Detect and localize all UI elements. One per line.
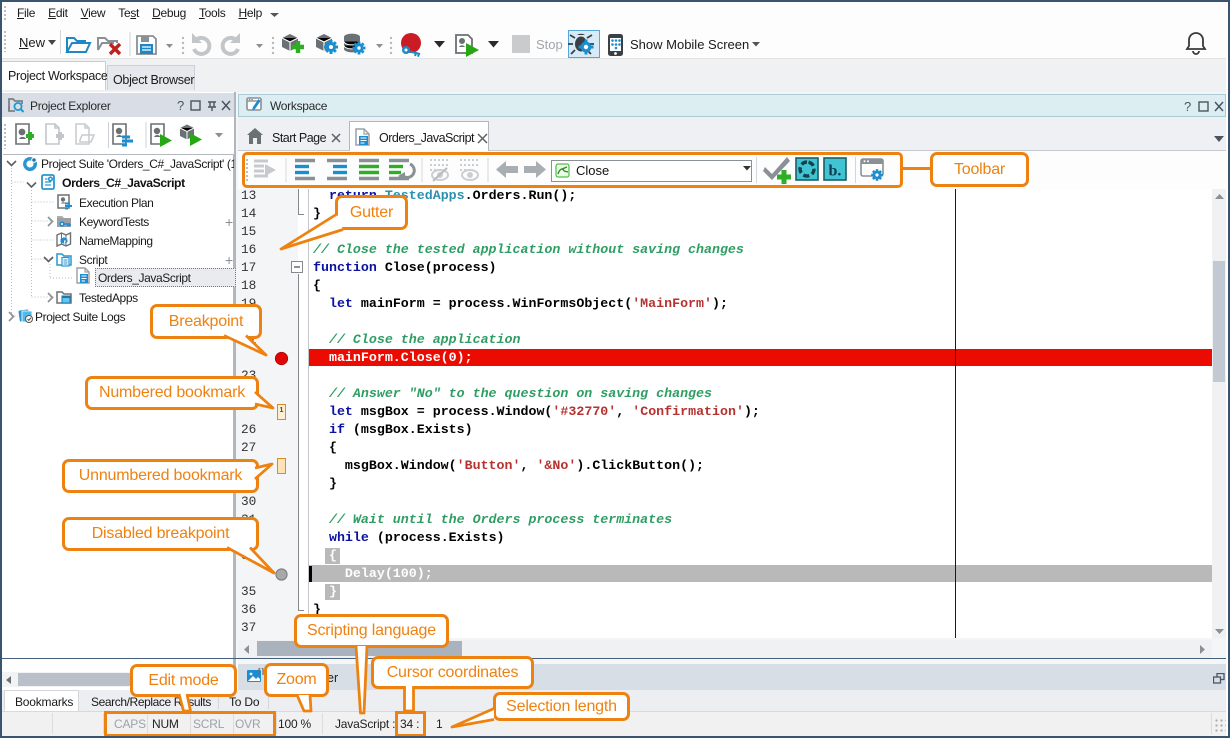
svg-text:Show Mobile Screen: Show Mobile Screen	[630, 37, 749, 52]
svg-text:?: ?	[177, 99, 184, 113]
svg-text:?: ?	[1184, 100, 1191, 113]
svg-text:1: 1	[280, 407, 284, 414]
svg-text:Stop: Stop	[536, 37, 563, 52]
